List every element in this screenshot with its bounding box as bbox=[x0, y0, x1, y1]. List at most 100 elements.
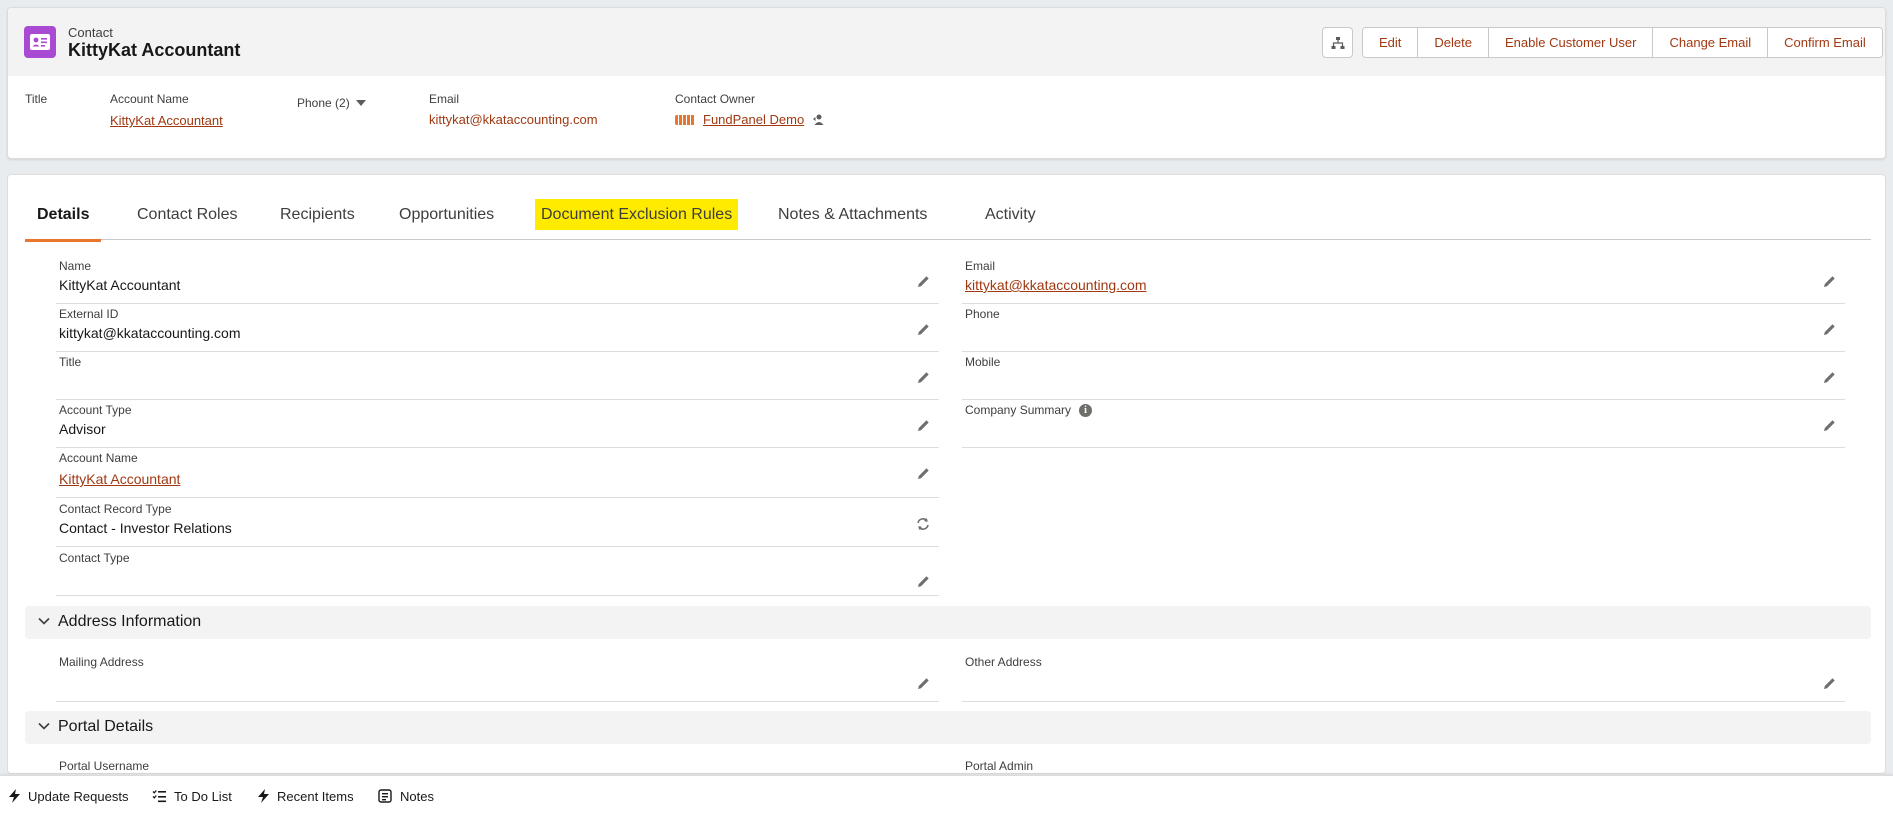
edit-pencil-icon[interactable] bbox=[915, 573, 931, 589]
object-type-label: Contact bbox=[68, 25, 113, 40]
field-name: Name KittyKat Accountant bbox=[56, 255, 939, 304]
highlight-owner-label: Contact Owner bbox=[675, 92, 756, 106]
notes-icon bbox=[378, 789, 392, 803]
field-label: Contact Type bbox=[59, 551, 130, 565]
field-label: Portal Admin bbox=[965, 759, 1034, 773]
tab-activity[interactable]: Activity bbox=[985, 189, 1036, 240]
tab-opportunities[interactable]: Opportunities bbox=[399, 189, 494, 240]
utility-bar: Update Requests To Do List Recent Items … bbox=[0, 775, 1893, 815]
field-external-id: External ID kittykat@kkataccounting.com bbox=[56, 303, 939, 352]
chevron-down-icon bbox=[38, 617, 50, 625]
chevron-down-icon bbox=[38, 722, 50, 730]
field-label: Account Name bbox=[59, 451, 138, 465]
field-other-address: Other Address bbox=[962, 651, 1845, 702]
email-field-link[interactable]: kittykat@kkataccounting.com bbox=[965, 277, 1147, 293]
field-mobile: Mobile bbox=[962, 351, 1845, 400]
edit-pencil-icon[interactable] bbox=[915, 321, 931, 337]
highlight-account-name-label: Account Name bbox=[110, 92, 189, 106]
field-label: Name bbox=[59, 259, 92, 273]
lightning-icon bbox=[9, 789, 20, 803]
edit-pencil-icon[interactable] bbox=[1821, 273, 1837, 289]
field-account-type: Account Type Advisor bbox=[56, 399, 939, 448]
field-value: Contact - Investor Relations bbox=[59, 520, 232, 536]
field-value: Advisor bbox=[59, 421, 106, 437]
section-portal-details[interactable]: Portal Details bbox=[25, 711, 1871, 744]
enable-customer-user-button[interactable]: Enable Customer User bbox=[1488, 28, 1654, 57]
edit-pencil-icon[interactable] bbox=[1821, 321, 1837, 337]
record-header: Contact KittyKat Accountant Edit Delete … bbox=[7, 7, 1886, 159]
edit-pencil-icon[interactable] bbox=[1821, 369, 1837, 385]
page-title: KittyKat Accountant bbox=[68, 40, 241, 60]
field-contact-record-type: Contact Record Type Contact - Investor R… bbox=[56, 498, 939, 547]
edit-pencil-icon[interactable] bbox=[1821, 675, 1837, 691]
info-icon[interactable]: i bbox=[1079, 403, 1093, 417]
edit-button[interactable]: Edit bbox=[1363, 28, 1419, 57]
phone-dropdown[interactable]: Phone (2) bbox=[297, 96, 366, 110]
utility-label: To Do List bbox=[174, 788, 232, 804]
confirm-email-button[interactable]: Confirm Email bbox=[1768, 28, 1882, 57]
field-label: Account Type bbox=[59, 403, 132, 417]
chevron-down-icon bbox=[355, 100, 366, 106]
field-label: Title bbox=[59, 355, 82, 369]
change-email-button[interactable]: Change Email bbox=[1653, 28, 1769, 57]
tab-notes-attachments[interactable]: Notes & Attachments bbox=[778, 189, 927, 240]
field-title: Title bbox=[56, 351, 939, 400]
utility-label: Notes bbox=[400, 788, 434, 804]
company-summary-label: Company Summary bbox=[965, 403, 1072, 417]
action-button-group: Edit Delete Enable Customer User Change … bbox=[1362, 27, 1883, 58]
highlight-email-label: Email bbox=[429, 92, 460, 106]
field-label: Mobile bbox=[965, 355, 1001, 369]
tab-contact-roles[interactable]: Contact Roles bbox=[137, 189, 238, 240]
change-record-type-icon[interactable] bbox=[915, 516, 931, 532]
highlight-title: Title bbox=[25, 92, 47, 106]
highlight-account-name: Account Name KittyKat Accountant bbox=[110, 92, 223, 128]
field-label: Portal Username bbox=[59, 759, 150, 773]
utility-label: Recent Items bbox=[277, 788, 354, 804]
edit-pencil-icon[interactable] bbox=[915, 369, 931, 385]
edit-pencil-icon[interactable] bbox=[915, 417, 931, 433]
edit-pencil-icon[interactable] bbox=[1821, 417, 1837, 433]
utility-to-do-list[interactable]: To Do List bbox=[152, 776, 232, 815]
checklist-icon bbox=[152, 790, 166, 803]
section-address-information[interactable]: Address Information bbox=[25, 606, 1871, 639]
section-title: Address Information bbox=[58, 613, 202, 630]
field-value: kittykat@kkataccounting.com bbox=[59, 325, 241, 341]
owner-link[interactable]: FundPanel Demo bbox=[703, 112, 804, 127]
field-company-summary: Company Summary i bbox=[962, 399, 1845, 448]
field-label: Mailing Address bbox=[59, 655, 144, 669]
field-value: KittyKat Accountant bbox=[59, 277, 181, 293]
delete-button[interactable]: Delete bbox=[1418, 28, 1489, 57]
highlight-owner: Contact Owner FundPanel Demo bbox=[675, 92, 825, 127]
field-label: Contact Record Type bbox=[59, 502, 172, 516]
section-title: Portal Details bbox=[58, 718, 154, 735]
account-name-field-link[interactable]: KittyKat Accountant bbox=[59, 471, 180, 487]
email-link[interactable]: kittykat@kkataccounting.com bbox=[429, 112, 598, 127]
edit-pencil-icon[interactable] bbox=[915, 273, 931, 289]
change-owner-icon[interactable] bbox=[812, 113, 825, 126]
tab-document-exclusion-rules-label: Document Exclusion Rules bbox=[535, 199, 739, 230]
owner-avatar bbox=[675, 114, 695, 125]
details-card: Details Contact Roles Recipients Opportu… bbox=[7, 174, 1886, 774]
utility-label: Update Requests bbox=[28, 788, 129, 804]
field-label: Email bbox=[965, 259, 996, 273]
account-name-link[interactable]: KittyKat Accountant bbox=[110, 113, 223, 128]
edit-pencil-icon[interactable] bbox=[915, 465, 931, 481]
edit-pencil-icon[interactable] bbox=[915, 675, 931, 691]
field-account-name: Account Name KittyKat Accountant bbox=[56, 447, 939, 498]
hierarchy-button[interactable] bbox=[1322, 27, 1353, 58]
tab-recipients[interactable]: Recipients bbox=[280, 189, 355, 240]
tab-details[interactable]: Details bbox=[24, 189, 103, 242]
utility-update-requests[interactable]: Update Requests bbox=[9, 776, 128, 815]
tab-document-exclusion-rules[interactable]: Document Exclusion Rules bbox=[535, 189, 739, 240]
highlight-title-label: Title bbox=[25, 92, 48, 106]
field-portal-admin: Portal Admin bbox=[962, 755, 1845, 775]
tab-bar: Details Contact Roles Recipients Opportu… bbox=[24, 189, 1871, 242]
field-label: Company Summary i bbox=[965, 403, 1093, 417]
phone-dropdown-label: Phone (2) bbox=[297, 96, 350, 110]
highlight-email: Email kittykat@kkataccounting.com bbox=[429, 92, 598, 127]
lightning-icon bbox=[258, 789, 269, 803]
utility-recent-items[interactable]: Recent Items bbox=[258, 776, 354, 815]
field-label: External ID bbox=[59, 307, 119, 321]
field-portal-username: Portal Username bbox=[56, 755, 939, 775]
utility-notes[interactable]: Notes bbox=[378, 776, 434, 815]
